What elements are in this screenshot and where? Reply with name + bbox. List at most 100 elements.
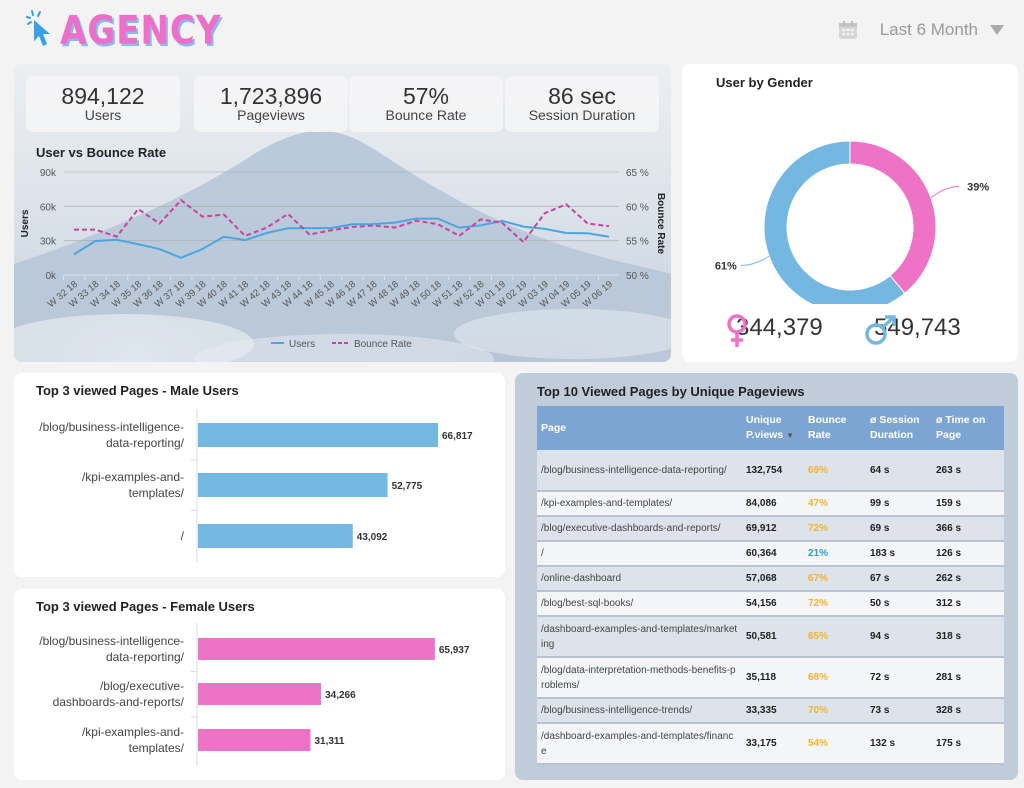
users-series-line [73,217,610,259]
session-duration-cell: 67 s [866,566,932,592]
y2-tick-label: 55 % [626,237,649,248]
bounce-rate-cell: 72% [804,591,866,617]
time-on-page-cell: 263 s [932,450,1004,492]
table-row[interactable]: /blog/best-sql-books/54,156 72% 50 s 312 s [537,591,1004,617]
column-header-page[interactable]: Page [537,406,742,450]
top10-pages-table: Page Unique P.views ▼ Bounce Rate ø Sess… [537,406,1004,765]
bar-category-label: data-reporting/ [106,436,185,450]
bounce-rate-cell: 21% [804,541,866,567]
bar-value-label: 66,817 [442,431,473,442]
gender-donut-chart: 39% 61% [715,140,989,304]
bar-value-label: 34,266 [325,690,356,701]
table-row[interactable]: /online-dashboard 57,068 67% 67 s 262 s [537,566,1004,592]
page-cell: /online-dashboard [537,566,742,592]
page-cell: /kpi-examples-and-templates/ [537,491,742,517]
date-range-dropdown[interactable]: Last 6 Month [838,20,1004,40]
y-tick-label: 30k [40,237,57,248]
table-row[interactable]: /kpi-examples-and-templates/84,086 47% 99 … [537,491,1004,517]
gender-panel: User by Gender 39% 61% 344,379 549,743 [682,64,1018,362]
bar-value-label: 43,092 [357,532,388,543]
bar-category-label: /blog/business-intelligence- [39,420,184,434]
donut-slice-female [849,140,937,294]
bar-category-label: dashboards-and-reports/ [53,695,185,709]
male-count: 549,743 [864,314,961,345]
time-on-page-cell: 159 s [932,491,1004,517]
table-row[interactable]: /blog/data-interpretation-methods-benefi… [537,657,1004,699]
page-cell: /blog/executive-dashboards-and-reports/ [537,516,742,542]
table-row[interactable]: /blog/business-intelligence-trends/33,33… [537,698,1004,724]
page-cell: /blog/best-sql-books/ [537,591,742,617]
bar-category-label: templates/ [129,486,185,500]
bar [198,524,353,548]
unique-pageviews-cell: 69,912 [742,516,804,542]
sort-desc-icon: ▼ [786,431,795,440]
time-on-page-cell: 126 s [932,541,1004,567]
y2-tick-label: 50 % [626,271,649,282]
bounce-rate-cell: 54% [804,723,866,765]
bar-category-label: /blog/business-intelligence- [39,634,184,648]
bounce-rate-cell: 69% [804,450,866,492]
bar-value-label: 52,775 [392,481,423,492]
logo[interactable]: AGENCY [26,8,221,54]
unique-pageviews-cell: 132,754 [742,450,804,492]
top10-pages-panel: Top 10 Viewed Pages by Unique Pageviews … [515,373,1018,780]
session-duration-cell: 72 s [866,657,932,699]
female-count: 344,379 [726,314,823,347]
cursor-click-icon [26,9,56,53]
overview-panel: 894,122 Users 1,723,896 Pageviews 57% Bo… [14,64,671,362]
session-duration-cell: 73 s [866,698,932,724]
page-cell: /blog/data-interpretation-methods-benefi… [537,657,742,699]
date-range-label: Last 6 Month [879,20,978,39]
bar-category-label: /blog/executive- [100,679,184,693]
column-header-bounce-rate[interactable]: Bounce Rate [804,406,866,450]
donut-label-leader [740,255,770,267]
column-header-unique-pageviews[interactable]: Unique P.views ▼ [742,406,804,450]
bar-category-label: /kpi-examples-and- [82,470,184,484]
top3-male-chart: 66,817/blog/business-intelligence-data-r… [39,409,473,562]
table-title: Top 10 Viewed Pages by Unique Pageviews [537,384,805,399]
y2-axis-label: Bounce Rate [655,193,666,255]
bar [198,683,322,705]
table-row[interactable]: /60,364 21% 183 s 126 s [537,541,1004,567]
column-header-label: Unique P.views [746,414,784,441]
donut-data-label: 39% [967,181,989,193]
session-duration-cell: 94 s [866,616,932,658]
user-vs-bounce-chart: 0k 30k 60k 90k 50 % 55 % 60 % 65 % Users Bounce R… [20,168,666,350]
bounce-rate-cell: 70% [804,698,866,724]
donut-label-leader [930,185,960,199]
time-on-page-cell: 312 s [932,591,1004,617]
time-on-page-cell: 366 s [932,516,1004,542]
session-duration-cell: 99 s [866,491,932,517]
page-cell: /blog/business-intelligence-data-reporti… [537,450,742,492]
bounce-rate-cell: 65% [804,616,866,658]
table-row[interactable]: /blog/executive-dashboards-and-reports/6… [537,516,1004,542]
bar-value-label: 65,937 [439,645,470,656]
logo-text: AGENCY [60,8,222,55]
bar-category-label: / [181,529,185,543]
bounce-rate-cell: 68% [804,657,866,699]
time-on-page-cell: 318 s [932,616,1004,658]
session-duration-cell: 183 s [866,541,932,567]
table-row[interactable]: /dashboard-examples-and-templates/financ… [537,723,1004,765]
y-tick-label: 0k [45,271,57,282]
column-header-session-duration[interactable]: ø Session Duration [866,406,932,450]
page-cell: /blog/business-intelligence-trends/ [537,698,742,724]
time-on-page-cell: 262 s [932,566,1004,592]
bar [198,638,435,660]
bar [198,423,438,447]
bounce-rate-cell: 47% [804,491,866,517]
table-row[interactable]: /blog/business-intelligence-data-reporti… [537,450,1004,492]
top3-female-panel: Top 3 viewed Pages - Female Users 65,937… [14,589,505,780]
y2-tick-label: 60 % [626,202,649,213]
legend-bounce-label: Bounce Rate [354,339,412,350]
column-header-time-on-page[interactable]: ø Time on Page [932,406,1004,450]
y-axis-label: Users [20,209,31,237]
bounce-rate-cell: 72% [804,516,866,542]
unique-pageviews-cell: 33,175 [742,723,804,765]
session-duration-cell: 64 s [866,450,932,492]
bar-category-label: /kpi-examples-and- [82,725,184,739]
session-duration-cell: 132 s [866,723,932,765]
unique-pageviews-cell: 35,118 [742,657,804,699]
table-row[interactable]: /dashboard-examples-and-templates/market… [537,616,1004,658]
top3-male-panel: Top 3 viewed Pages - Male Users 66,817/b… [14,373,505,577]
